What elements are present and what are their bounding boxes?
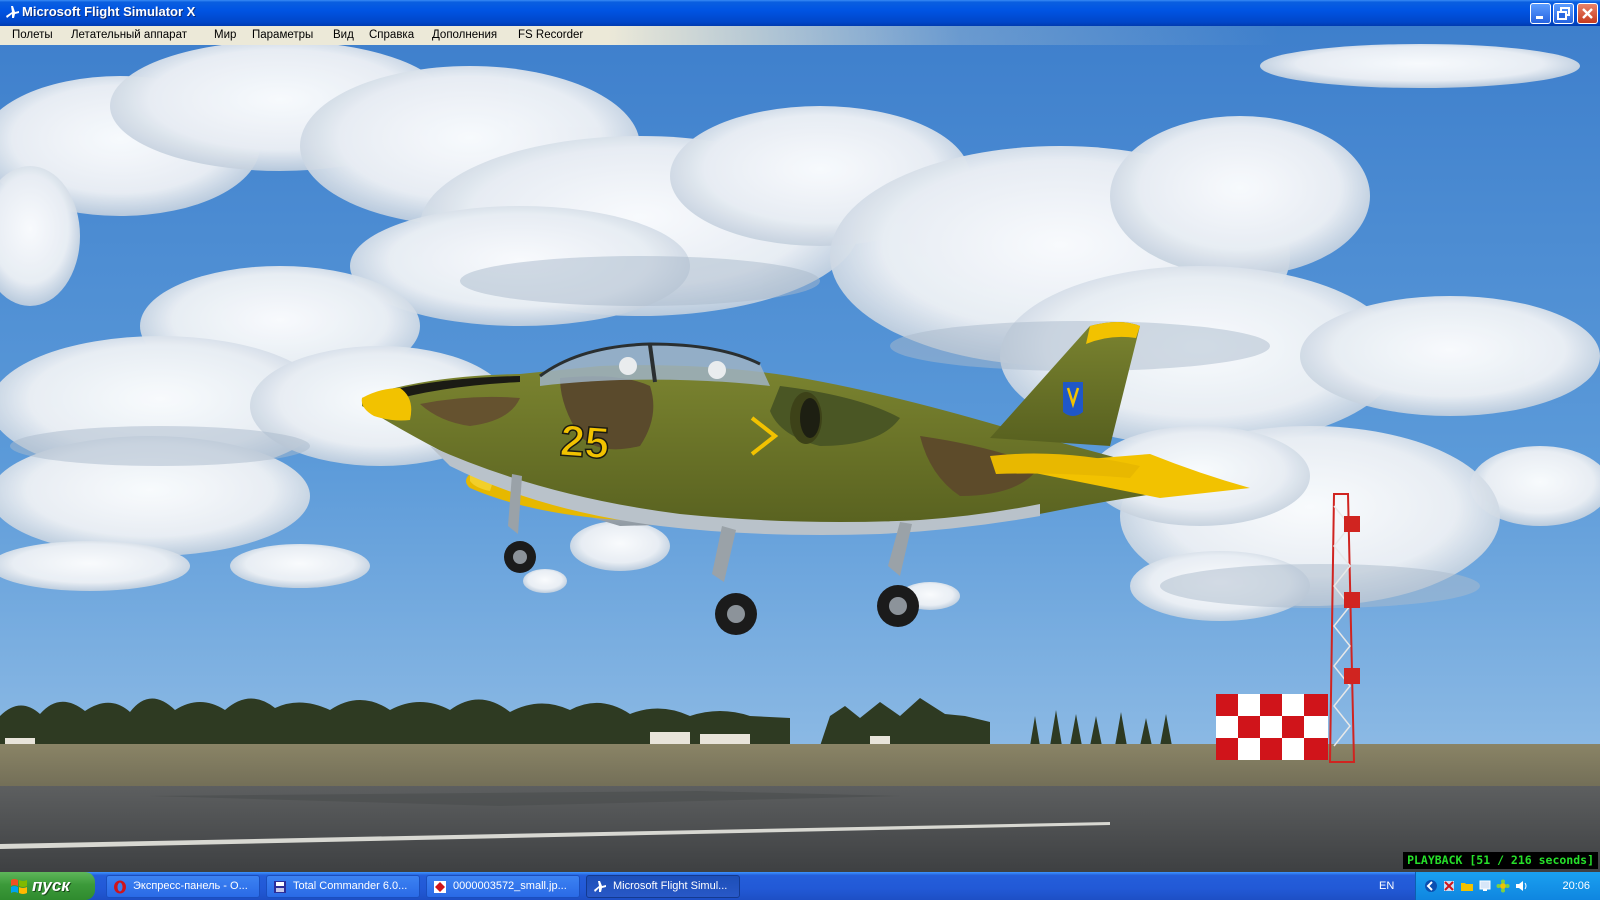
menu-item-world[interactable]: Мир — [214, 29, 236, 41]
flight-sim-viewport[interactable]: 25 — [0, 26, 1600, 872]
close-button[interactable] — [1577, 3, 1598, 24]
total-commander-icon — [274, 881, 286, 893]
language-indicator[interactable]: EN — [1379, 880, 1394, 892]
image-viewer-icon — [434, 881, 446, 893]
clock[interactable]: 20:06 — [1562, 880, 1590, 892]
flight-scene: 25 — [0, 26, 1600, 872]
taskbar-item-label: Total Commander 6.0... — [293, 880, 408, 892]
menu-bar: Полеты Летательный аппарат Мир Параметры… — [0, 26, 1600, 45]
taskbar-item-total-commander[interactable]: Total Commander 6.0... — [266, 875, 420, 898]
window-title: Microsoft Flight Simulator X — [22, 4, 196, 19]
restore-icon — [1557, 7, 1570, 20]
opera-icon — [114, 880, 126, 894]
start-label: пуск — [32, 876, 70, 895]
menu-item-flights[interactable]: Полеты — [12, 29, 53, 41]
monitor-icon[interactable] — [1478, 879, 1492, 893]
taskbar-item-label: Microsoft Flight Simul... — [613, 880, 728, 892]
menu-item-view[interactable]: Вид — [333, 29, 354, 41]
start-button[interactable]: пуск — [0, 872, 95, 900]
taskbar-item-label: Экспресс-панель - О... — [133, 880, 248, 892]
restore-button[interactable] — [1553, 3, 1574, 24]
minimize-button[interactable] — [1530, 3, 1551, 24]
close-icon — [1582, 8, 1593, 19]
flower-icon[interactable] — [1496, 879, 1510, 893]
folder-icon[interactable] — [1460, 879, 1474, 893]
taskbar-item-label: 0000003572_small.jp... — [453, 880, 567, 892]
minimize-icon — [1536, 16, 1543, 19]
taskbar-item-opera[interactable]: Экспресс-панель - О... — [106, 875, 260, 898]
menu-item-fs-recorder[interactable]: FS Recorder — [518, 29, 583, 41]
menu-item-help[interactable]: Справка — [369, 29, 414, 41]
menu-item-addons[interactable]: Дополнения — [432, 29, 497, 41]
aircraft-number: 25 — [559, 416, 611, 468]
playback-status: PLAYBACK [51 / 216 seconds] — [1403, 852, 1598, 869]
menu-item-aircraft[interactable]: Летательный аппарат — [71, 29, 187, 41]
menu-item-options[interactable]: Параметры — [252, 29, 313, 41]
window-titlebar[interactable]: Microsoft Flight Simulator X — [0, 0, 1600, 26]
back-arrow-icon[interactable] — [1424, 879, 1438, 893]
system-tray: EN 20:06 — [1379, 872, 1600, 900]
airplane-app-icon — [6, 6, 19, 18]
taskbar-item-image-viewer[interactable]: 0000003572_small.jp... — [426, 875, 580, 898]
taskbar: пуск Экспресс-панель - О... Total Comman… — [0, 872, 1600, 900]
flight-simulator-icon — [594, 881, 606, 892]
taskbar-item-flight-simulator[interactable]: Microsoft Flight Simul... — [586, 875, 740, 898]
network-icon[interactable] — [1442, 879, 1456, 893]
checkered-hut — [1216, 694, 1328, 760]
speaker-icon[interactable] — [1514, 879, 1528, 893]
windows-logo-icon — [11, 879, 27, 894]
